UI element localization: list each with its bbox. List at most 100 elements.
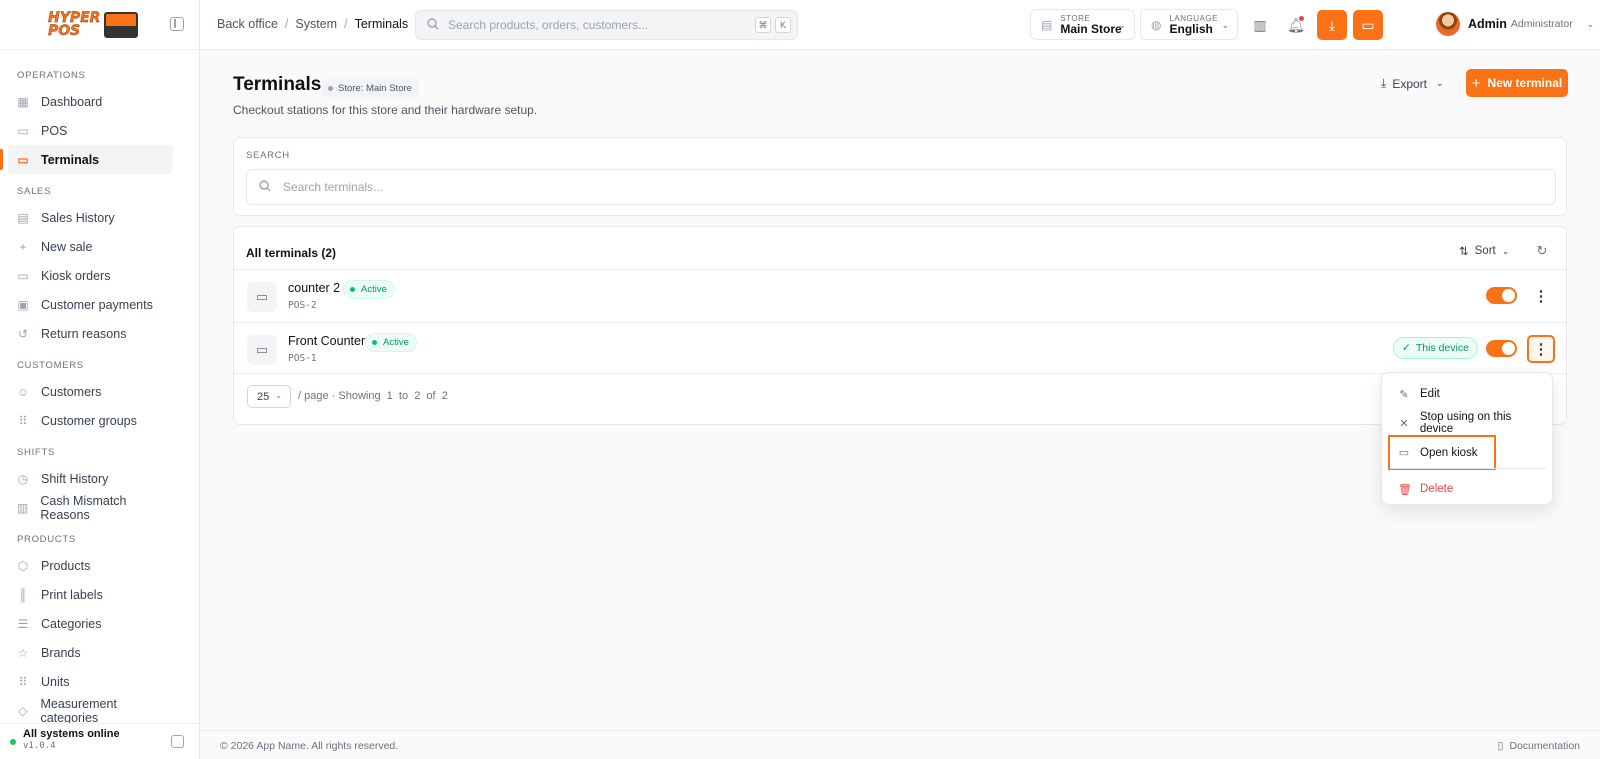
per-page-select[interactable]: 25 ⌄: [247, 385, 291, 408]
sidebar-item-products[interactable]: ⬡ Products: [8, 551, 173, 580]
chevron-down-icon: ⌄: [1501, 245, 1510, 256]
sidebar-item-dashboard[interactable]: ▦ Dashboard: [8, 87, 173, 116]
box-icon: ⬡: [17, 558, 29, 573]
sidebar-item-kiosk-orders[interactable]: ▭ Kiosk orders: [8, 261, 173, 290]
this-device-badge: ✓ This device: [1393, 337, 1478, 359]
brand: HYPER POS: [0, 0, 199, 50]
refresh-icon[interactable]: ↻: [1533, 242, 1551, 260]
sidebar-nav: OPERATIONS ▦ Dashboard ▭ POS ▭ Terminals SA…: [0, 50, 199, 725]
documentation-link[interactable]: ▯ Documentation: [1498, 740, 1580, 752]
sidebar-item-customer-payments[interactable]: ▣ Customer payments: [8, 290, 173, 319]
chevron-down-icon: ⌄: [275, 391, 282, 400]
menu-divider: [1390, 468, 1546, 469]
sidebar-item-print-labels[interactable]: ║ Print labels: [8, 580, 173, 609]
dashboard-icon: ▦: [17, 94, 29, 109]
table-row[interactable]: ▭ Front Counter POS-1 Active ✓ This devi…: [234, 322, 1566, 375]
nav-section-title: SHIFTS: [17, 447, 55, 458]
terminal-search-input[interactable]: Search terminals...: [246, 169, 1556, 205]
system-status: All systems online v1.0.4: [0, 723, 199, 759]
terminal-code: POS-2: [288, 300, 317, 311]
sidebar-item-return-reasons[interactable]: ↺ Return reasons: [8, 319, 173, 348]
global-search-input[interactable]: Search products, orders, customers... ⌘ …: [415, 10, 798, 40]
document-icon: ▤: [17, 210, 29, 225]
sidebar-item-customers[interactable]: ☺ Customers: [8, 377, 173, 406]
terminal-name: counter 2: [288, 281, 341, 295]
sort-button[interactable]: ⇅ Sort ⌄: [1459, 244, 1509, 258]
star-icon: ☆: [17, 645, 29, 660]
store-icon: ▤: [1041, 17, 1053, 32]
sidebar-item-new-sale[interactable]: + New sale: [8, 232, 173, 261]
nav-section-title: OPERATIONS: [17, 70, 86, 81]
terminal-enabled-toggle[interactable]: [1486, 287, 1517, 304]
breadcrumb-system[interactable]: System: [295, 17, 337, 31]
sidebar-item-sales-history[interactable]: ▤ Sales History: [8, 203, 173, 232]
kbd-k: K: [775, 17, 791, 33]
bar-chart-icon: ▥: [17, 500, 29, 515]
global-search-placeholder: Search products, orders, customers...: [448, 18, 649, 32]
export-button[interactable]: ⤓ Export ⌄: [1373, 70, 1452, 97]
sidebar-item-terminals[interactable]: ▭ Terminals: [0, 145, 173, 174]
sidebar-item-brands[interactable]: ☆ Brands: [8, 638, 173, 667]
store-selector[interactable]: ▤ STORE Main Store ⌄: [1030, 9, 1135, 40]
sidebar-item-shift-history[interactable]: ◷ Shift History: [8, 464, 173, 493]
store-badge: Store: Main Store: [322, 79, 419, 97]
menu-item-open-kiosk[interactable]: ▭ Open kiosk: [1388, 435, 1496, 470]
close-icon: ✕: [1399, 417, 1409, 430]
new-terminal-button[interactable]: + New terminal: [1466, 69, 1568, 97]
avatar: [1436, 12, 1460, 36]
chevron-down-icon: ⌄: [1118, 20, 1126, 30]
top-header: Back office / System / Terminals Search …: [200, 0, 1600, 50]
status-dot-icon: [10, 739, 16, 745]
user-role: Administrator: [1510, 18, 1573, 30]
sidebar-item-measurement-categories[interactable]: ◇ Measurement categories: [8, 696, 173, 725]
kiosk-icon: ▭: [1398, 447, 1410, 459]
table-row[interactable]: ▭ counter 2 POS-2 Active ⋮: [234, 269, 1566, 322]
collapse-sidebar-icon[interactable]: [170, 17, 184, 31]
menu-item-edit[interactable]: ✎ Edit: [1390, 381, 1546, 407]
reports-button[interactable]: ▥: [1245, 10, 1275, 40]
sidebar-item-cash-mismatch-reasons[interactable]: ▥ Cash Mismatch Reasons: [8, 493, 173, 522]
page-subtitle: Checkout stations for this store and the…: [233, 103, 538, 117]
terminal-enabled-toggle[interactable]: [1486, 340, 1517, 357]
undo-icon: ↺: [17, 326, 29, 341]
chevron-down-icon: ⌄: [1221, 20, 1229, 30]
list-heading: All terminals (2): [246, 246, 337, 260]
sidebar-item-units[interactable]: ⠿ Units: [8, 667, 173, 696]
pos-terminal-button[interactable]: ▭: [1353, 10, 1383, 40]
menu-item-stop-using[interactable]: ✕ Stop using on this device: [1390, 410, 1546, 436]
status-badge: Active: [365, 333, 417, 352]
menu-item-delete[interactable]: 🗑︎ Delete: [1390, 476, 1546, 502]
notifications-button[interactable]: 🔔︎: [1281, 10, 1311, 40]
hyperpos-logo[interactable]: HYPER POS: [48, 9, 138, 41]
sidebar: HYPER POS OPERATIONS ▦ Dashboard ▭ POS ▭ Te…: [0, 0, 200, 759]
language-selector[interactable]: ◍ LANGUAGE English ⌄: [1140, 9, 1238, 40]
status-badge: Active: [343, 280, 395, 299]
nav-section-title: PRODUCTS: [17, 534, 76, 545]
barcode-icon: ║: [18, 587, 28, 602]
clock-icon: ◷: [17, 471, 29, 486]
search-icon: [259, 179, 271, 195]
sidebar-item-categories[interactable]: ☰ Categories: [8, 609, 173, 638]
terminal-code: POS-1: [288, 353, 317, 364]
collapse-sidebar-icon[interactable]: [171, 735, 184, 748]
breadcrumb-back-office[interactable]: Back office: [217, 17, 278, 31]
sidebar-item-pos[interactable]: ▭ POS: [8, 116, 173, 145]
terminal-icon: ▭: [17, 152, 29, 167]
row-actions-kebab-icon[interactable]: ⋮: [1527, 282, 1555, 310]
kiosk-icon: ▭: [17, 268, 29, 283]
check-icon: ✓: [1402, 342, 1411, 354]
book-icon: ▯: [1497, 740, 1504, 752]
sidebar-item-customer-groups[interactable]: ⠿ Customer groups: [8, 406, 173, 435]
breadcrumb: Back office / System / Terminals: [217, 17, 409, 31]
user-menu[interactable]: Admin Administrator ⌄: [1436, 12, 1594, 36]
pos-icon: ▭: [1361, 16, 1375, 33]
row-actions-kebab-icon[interactable]: ⋮: [1527, 335, 1555, 363]
plus-icon: +: [19, 239, 27, 254]
download-icon: ⤓: [1328, 16, 1336, 33]
globe-icon: ◍: [1151, 17, 1162, 32]
users-icon: ☺: [16, 384, 30, 399]
download-button[interactable]: ⤓: [1317, 10, 1347, 40]
terminal-icon: ▭: [247, 282, 277, 312]
nav-section-title: SALES: [17, 186, 52, 197]
chevron-down-icon: ⌄: [1586, 18, 1595, 29]
